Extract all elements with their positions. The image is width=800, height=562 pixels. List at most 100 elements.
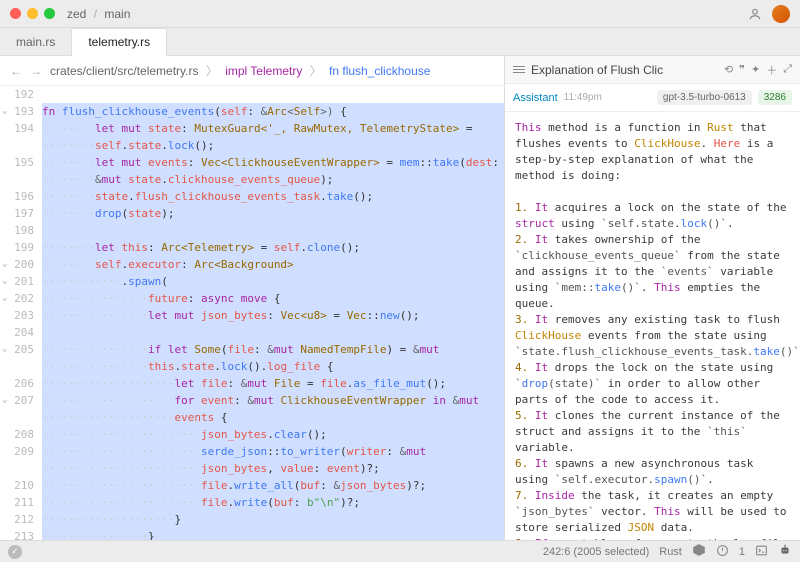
line-content[interactable] <box>42 86 504 103</box>
line-number: ⌄201 <box>0 273 42 290</box>
code-line[interactable]: 211························file.write(bu… <box>0 494 504 511</box>
code-line[interactable]: ⌄193fn flush_clickhouse_events(self: &Ar… <box>0 103 504 120</box>
assistant-model[interactable]: gpt-3.5-turbo-0613 <box>657 90 752 105</box>
notification-count[interactable]: 1 <box>739 546 745 558</box>
line-content[interactable]: ····················let file: &mut File … <box>42 375 504 392</box>
tab-main-rs[interactable]: main.rs <box>0 29 72 55</box>
code-line[interactable]: ⌄207····················for event: &mut … <box>0 392 504 409</box>
fold-icon[interactable]: ⌄ <box>2 273 7 290</box>
line-number: 199 <box>0 239 42 256</box>
line-content[interactable]: ························serde_json::to_w… <box>42 443 504 460</box>
fold-icon[interactable]: ⌄ <box>2 103 7 120</box>
code-line[interactable]: 199········let this: Arc<Telemetry> = se… <box>0 239 504 256</box>
line-content[interactable]: ········drop(state); <box>42 205 504 222</box>
line-content[interactable]: ························file.write(buf: … <box>42 494 504 511</box>
line-content[interactable]: ····················for event: &mut Clic… <box>42 392 504 409</box>
avatar[interactable] <box>772 5 790 23</box>
expand-icon[interactable]: ⤢ <box>783 63 792 76</box>
code-line[interactable]: 204 <box>0 324 504 341</box>
line-number: 213 <box>0 528 42 540</box>
line-content[interactable]: ····················} <box>42 511 504 528</box>
quote-icon[interactable]: ❞ <box>739 63 745 76</box>
code-line[interactable]: ········&mut state.clickhouse_events_que… <box>0 171 504 188</box>
assistant-pane: Explanation of Flush Clic ⟲ ❞ ✦ ＋ ⤢ Assi… <box>504 56 800 540</box>
nav-back-icon[interactable]: ← <box>10 64 22 78</box>
assistant-body[interactable]: This method is a function in Rust that f… <box>505 112 800 540</box>
code-line[interactable]: ························json_bytes, valu… <box>0 460 504 477</box>
assistant-role: Assistant <box>513 92 558 104</box>
cursor-position[interactable]: 242:6 (2005 selected) <box>543 546 649 558</box>
line-content[interactable]: ················future: async move { <box>42 290 504 307</box>
breadcrumb-fn[interactable]: fn flush_clickhouse <box>329 64 430 78</box>
code-line[interactable]: ····················events { <box>0 409 504 426</box>
code-line[interactable]: ⌄205················if let Some(file: &m… <box>0 341 504 358</box>
language-mode[interactable]: Rust <box>659 546 682 558</box>
line-number: 192 <box>0 86 42 103</box>
close-window-button[interactable] <box>10 8 21 19</box>
code-line[interactable]: 208························json_bytes.cl… <box>0 426 504 443</box>
magic-icon[interactable]: ✦ <box>751 63 760 76</box>
code-line[interactable]: 196········state.flush_clickhouse_events… <box>0 188 504 205</box>
line-content[interactable]: ················let mut json_bytes: Vec<… <box>42 307 504 324</box>
breadcrumb-impl[interactable]: impl Telemetry <box>225 64 302 78</box>
code-line[interactable]: 213················} <box>0 528 504 540</box>
line-number: ⌄207 <box>0 392 42 409</box>
code-line[interactable]: 209························serde_json::t… <box>0 443 504 460</box>
code-line[interactable]: 195········let mut events: Vec<Clickhous… <box>0 154 504 171</box>
copilot-icon[interactable] <box>692 543 706 560</box>
line-content[interactable]: ················} <box>42 528 504 540</box>
fold-icon[interactable]: ⌄ <box>2 256 7 273</box>
line-content[interactable]: ········let mut state: MutexGuard<'_, Ra… <box>42 120 504 137</box>
code-line[interactable]: 192 <box>0 86 504 103</box>
line-content[interactable]: ············.spawn( <box>42 273 504 290</box>
code-line[interactable]: 197········drop(state); <box>0 205 504 222</box>
line-content[interactable]: ········self.executor: Arc<Background> <box>42 256 504 273</box>
hamburger-icon[interactable] <box>513 66 525 73</box>
line-content[interactable]: ························json_bytes.clear… <box>42 426 504 443</box>
plus-icon[interactable]: ＋ <box>766 62 777 78</box>
line-content[interactable]: ········&mut state.clickhouse_events_que… <box>42 171 504 188</box>
fold-icon[interactable]: ⌄ <box>2 392 7 409</box>
code-line[interactable]: ⌄201············.spawn( <box>0 273 504 290</box>
code-line[interactable]: 194········let mut state: MutexGuard<'_,… <box>0 120 504 137</box>
code-line[interactable]: 212····················} <box>0 511 504 528</box>
line-content[interactable] <box>42 222 504 239</box>
terminal-icon[interactable] <box>755 544 768 560</box>
line-content[interactable]: ········let this: Arc<Telemetry> = self.… <box>42 239 504 256</box>
nav-forward-icon[interactable]: → <box>30 64 42 78</box>
history-icon[interactable]: ⟲ <box>724 63 733 76</box>
code-line[interactable]: 210························file.write_al… <box>0 477 504 494</box>
code-line[interactable]: 203················let mut json_bytes: V… <box>0 307 504 324</box>
code-line[interactable]: 206····················let file: &mut Fi… <box>0 375 504 392</box>
line-content[interactable]: ························file.write_all(b… <box>42 477 504 494</box>
tab-telemetry-rs[interactable]: telemetry.rs <box>72 28 167 56</box>
line-content[interactable]: ················this.state.lock().log_fi… <box>42 358 504 375</box>
minimize-window-button[interactable] <box>27 8 38 19</box>
maximize-window-button[interactable] <box>44 8 55 19</box>
line-content[interactable]: ························json_bytes, valu… <box>42 460 504 477</box>
ai-icon[interactable] <box>778 543 792 560</box>
code-line[interactable]: 198 <box>0 222 504 239</box>
diagnostics-icon[interactable] <box>716 544 729 560</box>
code-line[interactable]: ⌄202················future: async move { <box>0 290 504 307</box>
line-number <box>0 460 42 477</box>
user-icon[interactable] <box>748 7 762 21</box>
fold-icon[interactable]: ⌄ <box>2 341 7 358</box>
line-content[interactable]: ····················events { <box>42 409 504 426</box>
check-icon[interactable]: ✓ <box>8 545 22 559</box>
code-editor[interactable]: 192 ⌄193fn flush_clickhouse_events(self:… <box>0 86 504 540</box>
line-content[interactable]: ········self.state.lock(); <box>42 137 504 154</box>
breadcrumb-sep-icon: 〉 <box>310 64 322 78</box>
code-line[interactable]: ················this.state.lock().log_fi… <box>0 358 504 375</box>
breadcrumb-path[interactable]: crates/client/src/telemetry.rs <box>50 64 198 78</box>
code-line[interactable]: ········self.state.lock(); <box>0 137 504 154</box>
assistant-meta: Assistant 11:49pm gpt-3.5-turbo-0613 328… <box>505 84 800 112</box>
line-content[interactable]: ········state.flush_clickhouse_events_ta… <box>42 188 504 205</box>
line-number: 203 <box>0 307 42 324</box>
code-line[interactable]: ⌄200········self.executor: Arc<Backgroun… <box>0 256 504 273</box>
line-content[interactable]: fn flush_clickhouse_events(self: &Arc<Se… <box>42 103 504 120</box>
fold-icon[interactable]: ⌄ <box>2 290 7 307</box>
line-content[interactable]: ········let mut events: Vec<ClickhouseEv… <box>42 154 504 171</box>
line-content[interactable] <box>42 324 504 341</box>
line-content[interactable]: ················if let Some(file: &mut N… <box>42 341 504 358</box>
